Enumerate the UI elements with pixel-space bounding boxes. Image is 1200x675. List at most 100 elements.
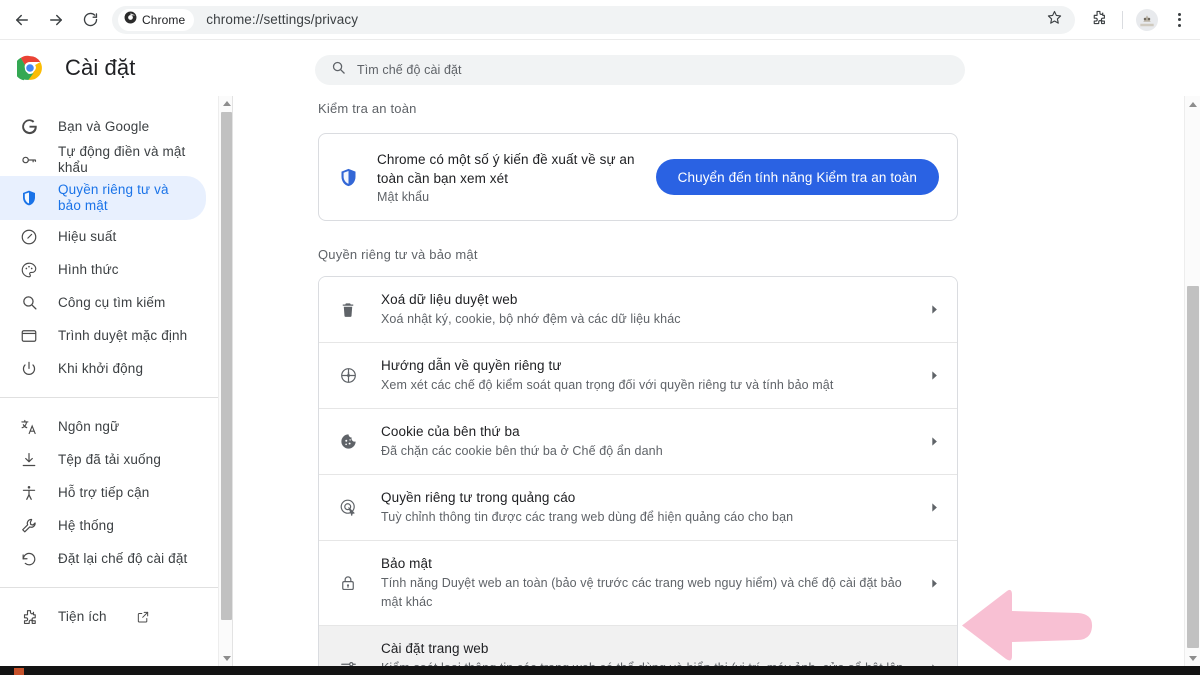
row-text: Bảo mật Tính năng Duyệt web an toàn (bảo… bbox=[381, 554, 905, 612]
sidebar-item-system[interactable]: Hệ thống bbox=[0, 509, 206, 542]
row-privacy-guide[interactable]: Hướng dẫn về quyền riêng tư Xem xét các … bbox=[319, 343, 957, 409]
sidebar-item-label: Tệp đã tải xuống bbox=[58, 452, 161, 468]
browser-window: Chrome chrome://settings/privacy bbox=[0, 0, 1200, 675]
row-description: Xem xét các chế độ kiểm soát quan trọng … bbox=[381, 376, 905, 395]
forward-arrow-icon bbox=[47, 11, 65, 29]
sidebar-item-label: Tiện ích bbox=[58, 609, 107, 625]
row-title: Xoá dữ liệu duyệt web bbox=[381, 290, 905, 309]
back-arrow-icon bbox=[13, 11, 31, 29]
main-scrollbar[interactable] bbox=[1184, 96, 1200, 666]
row-clear-browsing-data[interactable]: Xoá dữ liệu duyệt web Xoá nhật ký, cooki… bbox=[319, 277, 957, 343]
forward-button[interactable] bbox=[40, 4, 72, 36]
go-to-safety-check-button[interactable]: Chuyển đến tính năng Kiểm tra an toàn bbox=[656, 159, 939, 195]
row-ad-privacy[interactable]: Quyền riêng tư trong quảng cáo Tuỳ chỉnh… bbox=[319, 475, 957, 541]
row-text: Quyền riêng tư trong quảng cáo Tuỳ chỉnh… bbox=[381, 488, 905, 527]
sidebar-item-performance[interactable]: Hiệu suất bbox=[0, 220, 206, 253]
download-icon bbox=[19, 450, 39, 470]
extensions-button[interactable] bbox=[1083, 5, 1113, 35]
sidebar-item-on-startup[interactable]: Khi khởi động bbox=[0, 352, 206, 385]
row-title: Bảo mật bbox=[381, 554, 905, 573]
sidebar-item-label: Quyền riêng tư và bảo mật bbox=[58, 182, 176, 214]
safety-check-card: Chrome có một số ý kiến đề xuất về sự an… bbox=[318, 133, 958, 221]
sidebar-item-default-browser[interactable]: Trình duyệt mặc định bbox=[0, 319, 206, 352]
sidebar-item-extensions[interactable]: Tiện ích bbox=[0, 600, 206, 633]
sidebar-scroll-down-button[interactable] bbox=[219, 651, 234, 666]
sidebar-item-privacy-security[interactable]: Quyền riêng tư và bảo mật bbox=[0, 176, 206, 220]
key-icon bbox=[19, 150, 39, 170]
back-button[interactable] bbox=[6, 4, 38, 36]
sidebar-item-label: Công cụ tìm kiếm bbox=[58, 295, 165, 311]
puzzle-piece-icon bbox=[19, 607, 39, 627]
chrome-dark-icon bbox=[124, 11, 137, 29]
sidebar-scrollbar[interactable] bbox=[218, 96, 233, 666]
restore-icon bbox=[19, 549, 39, 569]
main-scrollbar-thumb[interactable] bbox=[1187, 286, 1199, 648]
tune-sliders-icon bbox=[337, 659, 359, 667]
chevron-right-icon bbox=[927, 578, 941, 589]
profile-button[interactable] bbox=[1132, 5, 1162, 35]
sidebar-item-reset-settings[interactable]: Đặt lại chế độ cài đặt bbox=[0, 542, 206, 575]
chrome-menu-button[interactable] bbox=[1164, 5, 1194, 35]
main-scroll-down-button[interactable] bbox=[1185, 650, 1200, 666]
shield-icon bbox=[19, 188, 39, 208]
row-third-party-cookies[interactable]: Cookie của bên thứ ba Đã chặn các cookie… bbox=[319, 409, 957, 475]
row-description: Kiểm soát loại thông tin các trang web c… bbox=[381, 659, 905, 666]
navigation-buttons bbox=[0, 4, 106, 36]
row-description: Tính năng Duyệt web an toàn (bảo vệ trướ… bbox=[381, 574, 905, 612]
omnibox-actions bbox=[1039, 6, 1069, 34]
page-title: Cài đặt bbox=[65, 55, 135, 81]
reload-button[interactable] bbox=[74, 4, 106, 36]
row-security[interactable]: Bảo mật Tính năng Duyệt web an toàn (bảo… bbox=[319, 541, 957, 626]
bottom-band-accent bbox=[14, 668, 24, 675]
chevron-right-icon bbox=[927, 502, 941, 513]
browser-toolbar: Chrome chrome://settings/privacy bbox=[0, 0, 1200, 40]
row-site-settings[interactable]: Cài đặt trang web Kiểm soát loại thông t… bbox=[319, 626, 957, 666]
sidebar-item-autofill-passwords[interactable]: Tự động điền và mật khẩu bbox=[0, 143, 206, 176]
sidebar-item-you-and-google[interactable]: Bạn và Google bbox=[0, 110, 206, 143]
privacy-guide-icon bbox=[337, 366, 359, 385]
settings-sidebar: Bạn và Google Tự động điền và mật khẩu Q… bbox=[0, 96, 218, 666]
shield-blue-icon bbox=[337, 167, 359, 188]
toolbar-divider bbox=[1122, 11, 1123, 29]
speedometer-icon bbox=[19, 227, 39, 247]
open-in-new-icon bbox=[136, 610, 150, 624]
sidebar-item-search-engine[interactable]: Công cụ tìm kiếm bbox=[0, 286, 206, 319]
sidebar-item-label: Đặt lại chế độ cài đặt bbox=[58, 551, 187, 567]
sidebar-scrollbar-thumb[interactable] bbox=[221, 112, 232, 620]
privacy-section-title: Quyền riêng tư và bảo mật bbox=[318, 247, 1184, 262]
sidebar-scroll-up-button[interactable] bbox=[219, 96, 234, 111]
sidebar-item-label: Hỗ trợ tiếp cận bbox=[58, 485, 149, 501]
chevron-right-icon bbox=[927, 370, 941, 381]
accessibility-icon bbox=[19, 483, 39, 503]
cookie-icon bbox=[337, 432, 359, 451]
chevron-right-icon bbox=[927, 436, 941, 447]
safety-check-section-title: Kiểm tra an toàn bbox=[318, 101, 1184, 116]
sidebar-item-label: Hiệu suất bbox=[58, 229, 116, 245]
bookmark-button[interactable] bbox=[1039, 5, 1069, 35]
row-description: Tuỳ chỉnh thông tin được các trang web d… bbox=[381, 508, 905, 527]
three-dot-menu-icon bbox=[1178, 13, 1181, 27]
settings-search-box[interactable]: Tìm chế độ cài đặt bbox=[315, 55, 965, 85]
wrench-icon bbox=[19, 516, 39, 536]
row-title: Cookie của bên thứ ba bbox=[381, 422, 905, 441]
puzzle-piece-icon bbox=[1090, 9, 1107, 31]
search-input[interactable]: Tìm chế độ cài đặt bbox=[357, 63, 462, 77]
sidebar-item-languages[interactable]: Ngôn ngữ bbox=[0, 410, 206, 443]
palette-icon bbox=[19, 260, 39, 280]
privacy-settings-list: Xoá dữ liệu duyệt web Xoá nhật ký, cooki… bbox=[318, 276, 958, 666]
trash-icon bbox=[337, 301, 359, 319]
safety-check-text: Chrome có một số ý kiến đề xuất về sự an… bbox=[377, 150, 638, 204]
row-title: Quyền riêng tư trong quảng cáo bbox=[381, 488, 905, 507]
sidebar-item-appearance[interactable]: Hình thức bbox=[0, 253, 206, 286]
row-text: Cookie của bên thứ ba Đã chặn các cookie… bbox=[381, 422, 905, 461]
main-scroll-up-button[interactable] bbox=[1185, 96, 1200, 112]
chrome-chip: Chrome bbox=[118, 9, 194, 31]
row-text: Xoá dữ liệu duyệt web Xoá nhật ký, cooki… bbox=[381, 290, 905, 329]
sidebar-item-accessibility[interactable]: Hỗ trợ tiếp cận bbox=[0, 476, 206, 509]
sidebar-item-label: Trình duyệt mặc định bbox=[58, 328, 187, 344]
row-title: Cài đặt trang web bbox=[381, 639, 905, 658]
sidebar-item-downloads[interactable]: Tệp đã tải xuống bbox=[0, 443, 206, 476]
bottom-edge-band bbox=[0, 666, 1200, 675]
address-bar[interactable]: Chrome chrome://settings/privacy bbox=[112, 6, 1075, 34]
sidebar-item-label: Bạn và Google bbox=[58, 119, 149, 135]
